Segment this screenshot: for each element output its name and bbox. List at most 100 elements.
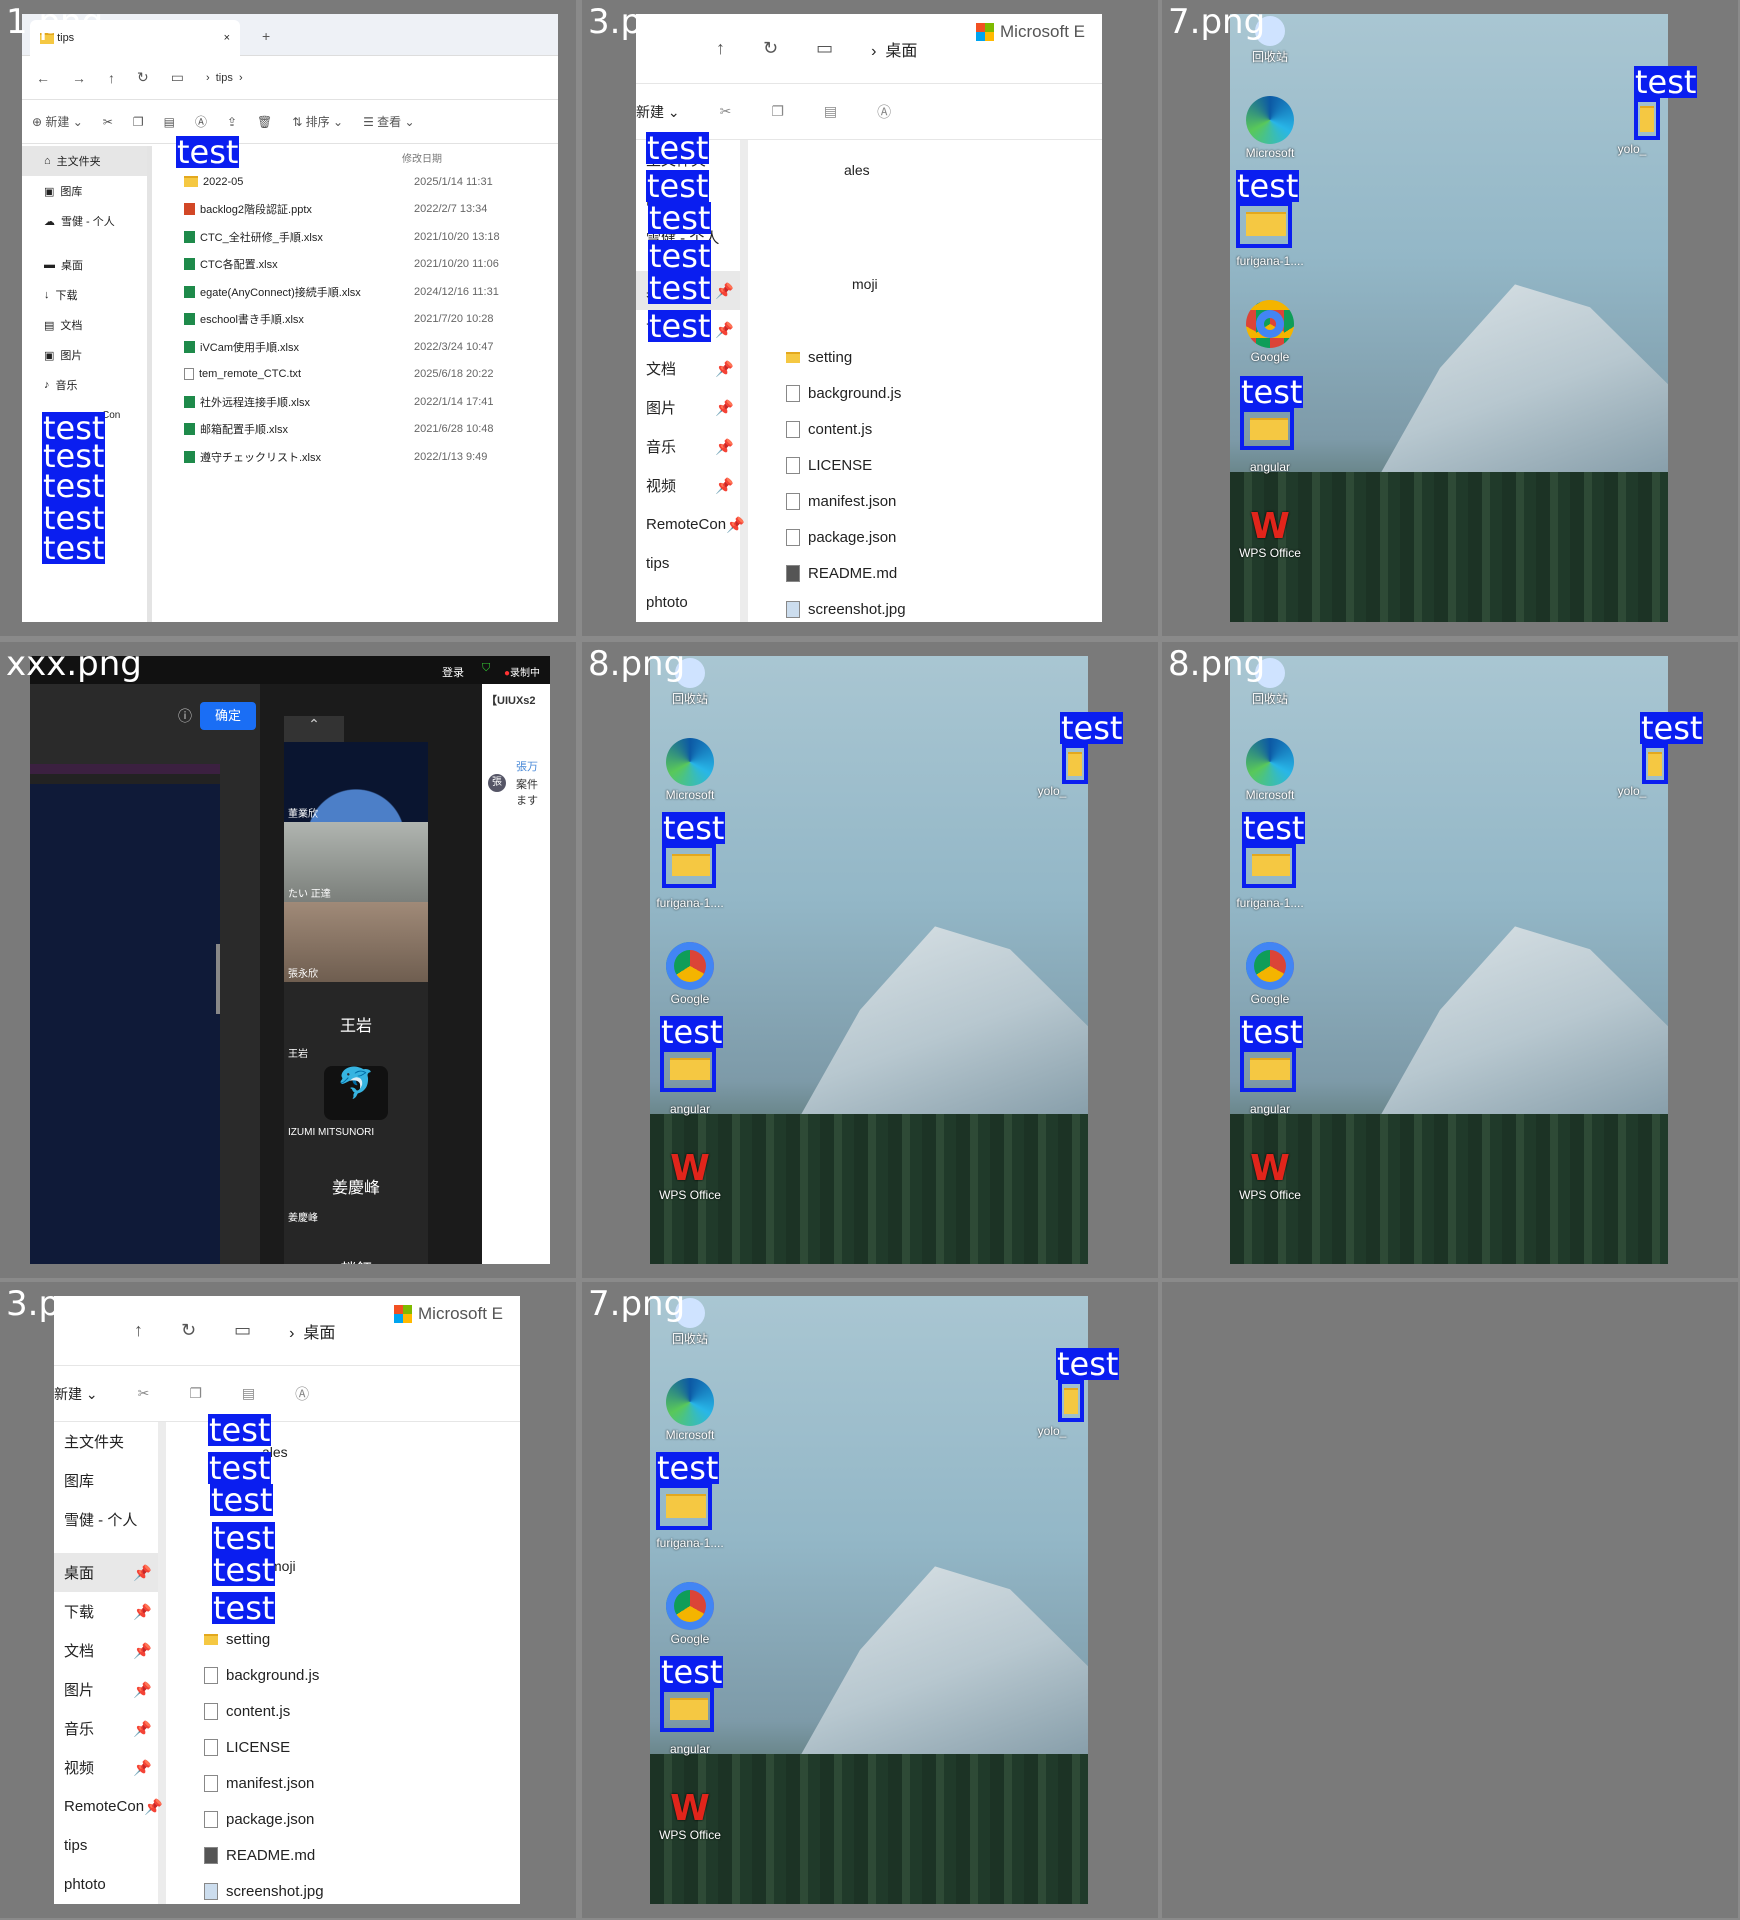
sidebar-item-pictures[interactable]: 图片 📌 — [636, 388, 740, 427]
sidebar-item-downloads[interactable]: ↓ 下载 — [22, 280, 147, 310]
yolo-folder[interactable]: yolo_ — [1612, 142, 1652, 156]
participant-tile[interactable]: 王岩 王岩 — [284, 982, 428, 1062]
monitor-icon[interactable]: ▭ — [171, 69, 184, 86]
refresh-icon[interactable]: ↻ — [763, 38, 778, 59]
info-icon[interactable]: ⓘ — [178, 706, 192, 726]
participant-tile[interactable]: たい 正達 — [284, 822, 428, 902]
edge-shortcut[interactable]: Microsoft — [1230, 96, 1310, 160]
sidebar-item-tips[interactable]: tips — [636, 544, 740, 583]
share-icon[interactable]: ⇪ — [227, 115, 237, 129]
sidebar-item-home[interactable]: 主文件夹 — [54, 1422, 158, 1461]
refresh-icon[interactable]: ↻ — [137, 69, 149, 86]
sidebar-item-onedrive[interactable]: 雪健 - 个人 — [54, 1500, 158, 1539]
back-icon[interactable]: ← — [36, 70, 50, 86]
breadcrumb[interactable]: › tips › — [206, 72, 243, 84]
sidebar-item-gallery[interactable]: 图库 — [54, 1461, 158, 1500]
yolo-folder[interactable]: yolo_ — [1032, 1424, 1072, 1438]
new-tab-icon[interactable]: + — [262, 28, 270, 44]
sidebar-item-music[interactable]: ♪ 音乐 — [22, 370, 147, 400]
sidebar-item-tips[interactable]: tips — [54, 1826, 158, 1865]
new-button[interactable]: ⊕ 新建 ⌄ — [32, 113, 83, 130]
breadcrumb[interactable]: › 桌面 — [289, 1319, 335, 1343]
collapse-button[interactable]: ⌃ — [284, 716, 344, 742]
yolo-folder[interactable]: yolo_ — [1612, 784, 1652, 798]
wps-shortcut[interactable]: W WPS Office — [1230, 1148, 1310, 1202]
forward-icon[interactable]: → — [72, 70, 86, 86]
file-row[interactable]: manifest.json — [786, 483, 906, 519]
chrome-shortcut[interactable]: Google — [650, 942, 730, 1006]
file-row[interactable]: CTC各配置.xlsx 2021/10/20 11:06 — [172, 251, 558, 279]
file-row[interactable]: screenshot.jpg — [786, 591, 906, 622]
copy-icon[interactable]: ❐ — [133, 115, 144, 129]
file-row[interactable]: 2022-05 2025/1/14 11:31 — [172, 168, 558, 196]
up-icon[interactable]: ↑ — [134, 1320, 143, 1341]
participant-tile[interactable]: 趙鈺 — [284, 1226, 428, 1264]
file-row[interactable]: egate(AnyConnect)接続手順.xlsx 2024/12/16 11:… — [172, 278, 558, 306]
paste-icon[interactable]: ▤ — [824, 103, 837, 120]
sidebar-item-videos[interactable]: 视频 📌 — [636, 466, 740, 505]
sidebar-item-documents[interactable]: ▤ 文档 — [22, 310, 147, 340]
sidebar-item-onedrive[interactable]: ☁ 雪健 - 个人 — [22, 206, 147, 236]
file-row[interactable]: iVCam使用手順.xlsx 2022/3/24 10:47 — [172, 333, 558, 361]
chrome-shortcut[interactable]: Google — [650, 1582, 730, 1646]
scrollbar[interactable] — [216, 944, 220, 1014]
refresh-icon[interactable]: ↻ — [181, 1320, 196, 1341]
file-row[interactable]: 遵守チェックリスト.xlsx 2022/1/13 9:49 — [172, 443, 558, 471]
edge-shortcut[interactable]: Microsoft — [650, 738, 730, 802]
file-row[interactable]: 邮箱配置手顺.xlsx 2021/6/28 10:48 — [172, 416, 558, 444]
participant-tile[interactable]: 董業欣 — [284, 742, 428, 822]
wps-shortcut[interactable]: W WPS Office — [650, 1148, 730, 1202]
edge-shortcut[interactable]: Microsoft — [650, 1378, 730, 1442]
wps-shortcut[interactable]: W WPS Office — [1230, 506, 1310, 560]
column-date[interactable]: 修改日期 — [402, 150, 442, 165]
file-row[interactable]: setting — [786, 339, 906, 375]
file-row[interactable]: background.js — [204, 1657, 324, 1693]
file-row[interactable]: tem_remote_CTC.txt 2025/6/18 20:22 — [172, 361, 558, 389]
copy-icon[interactable]: ❐ — [771, 103, 784, 120]
new-button[interactable]: 新建 ⌄ — [636, 102, 680, 122]
chrome-shortcut[interactable]: Google — [1230, 300, 1310, 364]
rename-icon[interactable]: Ⓐ — [195, 113, 207, 130]
cut-icon[interactable]: ✂ — [103, 115, 113, 129]
confirm-button[interactable]: 确定 — [200, 702, 256, 730]
login-link[interactable]: 登录 — [442, 664, 464, 680]
cut-icon[interactable]: ✂ — [720, 103, 732, 120]
copy-icon[interactable]: ❐ — [189, 1385, 202, 1402]
file-row[interactable]: content.js — [204, 1693, 324, 1729]
file-row[interactable]: backlog2階段認証.pptx 2022/2/7 13:34 — [172, 196, 558, 224]
delete-icon[interactable]: 🗑 — [257, 115, 272, 129]
view-button[interactable]: ☰ 查看 ⌄ — [363, 113, 415, 130]
sidebar-item-phtoto[interactable]: phtoto — [636, 583, 740, 622]
browser-title[interactable]: Microsoft E — [394, 1304, 503, 1324]
sidebar-item-gallery[interactable]: ▣ 图库 — [22, 176, 147, 206]
sidebar-item-pictures[interactable]: 图片 📌 — [54, 1670, 158, 1709]
new-button[interactable]: 新建 ⌄ — [54, 1384, 98, 1404]
file-row[interactable]: background.js — [786, 375, 906, 411]
wps-shortcut[interactable]: W WPS Office — [650, 1788, 730, 1842]
sidebar-item-remotecon[interactable]: RemoteCon 📌 — [636, 505, 745, 544]
sort-button[interactable]: ⇅ 排序 ⌄ — [292, 113, 343, 130]
sidebar-item-music[interactable]: 音乐 📌 — [54, 1709, 158, 1748]
file-row[interactable]: CTC_全社研修_手順.xlsx 2021/10/20 13:18 — [172, 223, 558, 251]
monitor-icon[interactable]: ▭ — [234, 1320, 251, 1341]
file-row[interactable]: LICENSE — [786, 447, 906, 483]
sidebar-item-desktop[interactable]: 桌面📌 — [54, 1553, 158, 1592]
paste-icon[interactable]: ▤ — [242, 1385, 255, 1402]
sidebar-item-downloads[interactable]: 下载📌 — [54, 1592, 158, 1631]
up-icon[interactable]: ↑ — [716, 38, 725, 59]
up-icon[interactable]: ↑ — [108, 70, 115, 86]
paste-icon[interactable]: ▤ — [164, 115, 175, 129]
sidebar-item-remotecon[interactable]: RemoteCon 📌 — [54, 1787, 163, 1826]
participant-tile[interactable]: 張永欣 — [284, 902, 428, 982]
sidebar-item-documents[interactable]: 文档 📌 — [636, 349, 740, 388]
rename-icon[interactable]: Ⓐ — [877, 102, 891, 122]
file-row[interactable]: screenshot.jpg — [204, 1873, 324, 1904]
sidebar-item-music[interactable]: 音乐 📌 — [636, 427, 740, 466]
file-row[interactable]: README.md — [204, 1837, 324, 1873]
cut-icon[interactable]: ✂ — [138, 1385, 150, 1402]
close-icon[interactable]: × — [224, 32, 230, 44]
file-row[interactable]: eschool書き手順.xlsx 2021/7/20 10:28 — [172, 306, 558, 334]
sidebar-item-pictures[interactable]: ▣ 图片 — [22, 340, 147, 370]
file-row[interactable]: manifest.json — [204, 1765, 324, 1801]
file-row[interactable]: 社外远程连接手顺.xlsx 2022/1/14 17:41 — [172, 388, 558, 416]
